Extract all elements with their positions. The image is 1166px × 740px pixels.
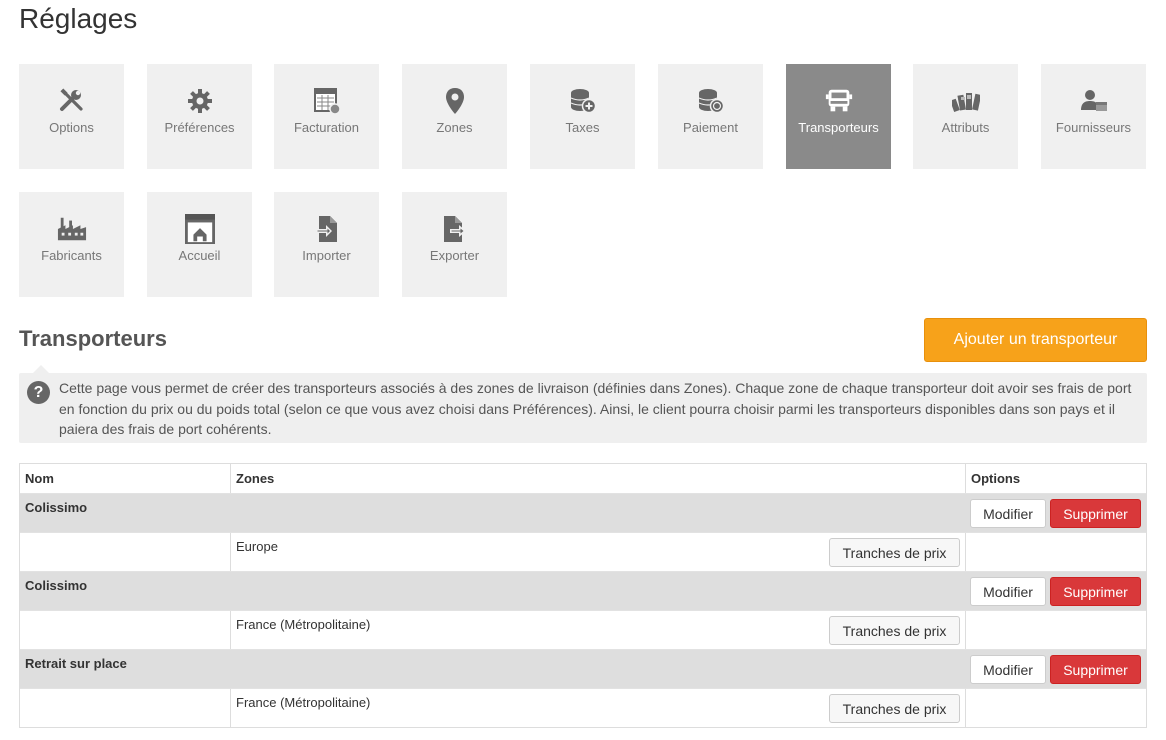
- swatches-icon: [951, 86, 981, 116]
- carrier-options: Modifier Supprimer: [966, 494, 1146, 532]
- export-icon: [440, 214, 470, 244]
- factory-icon: [57, 214, 87, 244]
- zone-name-empty: [20, 689, 231, 727]
- section-title: Transporteurs: [19, 326, 167, 351]
- tile-label: Facturation: [293, 120, 360, 135]
- table-row: Colissimo Modifier Supprimer: [20, 571, 1146, 610]
- zone-cell: France (Métropolitaine) Tranches de prix: [231, 611, 966, 649]
- delete-button[interactable]: Supprimer: [1050, 499, 1141, 528]
- coins-icon: [696, 86, 726, 116]
- tile-fabricants[interactable]: Fabricants: [19, 192, 124, 297]
- tile-taxes[interactable]: Taxes: [530, 64, 635, 169]
- tile-label: Fournisseurs: [1055, 120, 1132, 135]
- delete-button[interactable]: Supprimer: [1050, 655, 1141, 684]
- zone-name: Europe: [236, 539, 278, 554]
- supplier-icon: [1079, 86, 1109, 116]
- tile-facturation[interactable]: Facturation: [274, 64, 379, 169]
- table-row: Colissimo Modifier Supprimer: [20, 493, 1146, 532]
- tile-label: Exporter: [429, 248, 480, 263]
- price-ranges-button[interactable]: Tranches de prix: [829, 538, 960, 567]
- carrier-zones-empty: [231, 572, 966, 610]
- help-text: Cette page vous permet de créer des tran…: [59, 380, 1132, 437]
- table-row: France (Métropolitaine) Tranches de prix: [20, 688, 1146, 727]
- table-row: Retrait sur place Modifier Supprimer: [20, 649, 1146, 688]
- carrier-name: Colissimo: [25, 578, 88, 593]
- zone-name: France (Métropolitaine): [236, 617, 371, 632]
- tile-fournisseurs[interactable]: Fournisseurs: [1041, 64, 1146, 169]
- delete-button[interactable]: Supprimer: [1050, 577, 1141, 606]
- tile-label: Taxes: [565, 120, 600, 135]
- help-box: ? Cette page vous permet de créer des tr…: [19, 365, 1147, 443]
- tile-options[interactable]: Options: [19, 64, 124, 169]
- carrier-options: Modifier Supprimer: [966, 572, 1146, 610]
- truck-icon: [824, 86, 854, 116]
- invoice-icon: [312, 86, 342, 116]
- home-icon: [184, 214, 215, 244]
- tile-label: Transporteurs: [798, 120, 879, 135]
- header-name: Nom: [20, 464, 231, 493]
- carrier-options: Modifier Supprimer: [966, 650, 1146, 688]
- modify-button[interactable]: Modifier: [970, 655, 1046, 684]
- map-pin-icon: [440, 86, 470, 116]
- zone-options-empty: [966, 611, 1146, 649]
- wrench-icon: [57, 86, 87, 116]
- tile-preferences[interactable]: Préférences: [147, 64, 252, 169]
- price-ranges-button[interactable]: Tranches de prix: [829, 616, 960, 645]
- tile-label: Paiement: [683, 120, 738, 135]
- add-carrier-button[interactable]: Ajouter un transporteur: [924, 318, 1147, 362]
- header-zones: Zones: [231, 464, 966, 493]
- question-icon: ?: [27, 381, 50, 404]
- zone-name-empty: [20, 611, 231, 649]
- tile-importer[interactable]: Importer: [274, 192, 379, 297]
- zone-options-empty: [966, 689, 1146, 727]
- carrier-name: Retrait sur place: [25, 656, 127, 671]
- header-options: Options: [971, 471, 1021, 486]
- import-icon: [312, 214, 342, 244]
- table-header: Nom Zones Options: [20, 464, 1146, 493]
- help-notch: [33, 365, 49, 373]
- zone-name-empty: [20, 533, 231, 571]
- price-ranges-button[interactable]: Tranches de prix: [829, 694, 960, 723]
- tile-label: Préférences: [164, 120, 235, 135]
- zone-cell: France (Métropolitaine) Tranches de prix: [231, 689, 966, 727]
- table-row: France (Métropolitaine) Tranches de prix: [20, 610, 1146, 649]
- zone-name: France (Métropolitaine): [236, 695, 371, 710]
- coins-plus-icon: [568, 86, 598, 116]
- gear-icon: [185, 86, 215, 116]
- tile-transporteurs[interactable]: Transporteurs: [786, 64, 891, 169]
- modify-button[interactable]: Modifier: [970, 499, 1046, 528]
- tile-exporter[interactable]: Exporter: [402, 192, 507, 297]
- carrier-zones-empty: [231, 494, 966, 532]
- tile-attributs[interactable]: Attributs: [913, 64, 1018, 169]
- zone-options-empty: [966, 533, 1146, 571]
- tile-zones[interactable]: Zones: [402, 64, 507, 169]
- table-row: Europe Tranches de prix: [20, 532, 1146, 571]
- tile-label: Attributs: [941, 120, 990, 135]
- tile-label: Options: [49, 120, 94, 135]
- tile-label: Zones: [436, 120, 473, 135]
- carrier-name: Colissimo: [25, 500, 88, 515]
- tile-accueil[interactable]: Accueil: [147, 192, 252, 297]
- tile-label: Accueil: [178, 248, 221, 263]
- tile-paiement[interactable]: Paiement: [658, 64, 763, 169]
- modify-button[interactable]: Modifier: [970, 577, 1046, 606]
- carriers-table: Nom Zones Options Colissimo Modifier Sup…: [19, 463, 1147, 728]
- carrier-zones-empty: [231, 650, 966, 688]
- page-title: Réglages: [19, 3, 138, 34]
- zone-cell: Europe Tranches de prix: [231, 533, 966, 571]
- tile-label: Importer: [302, 248, 351, 263]
- tile-label: Fabricants: [41, 248, 102, 263]
